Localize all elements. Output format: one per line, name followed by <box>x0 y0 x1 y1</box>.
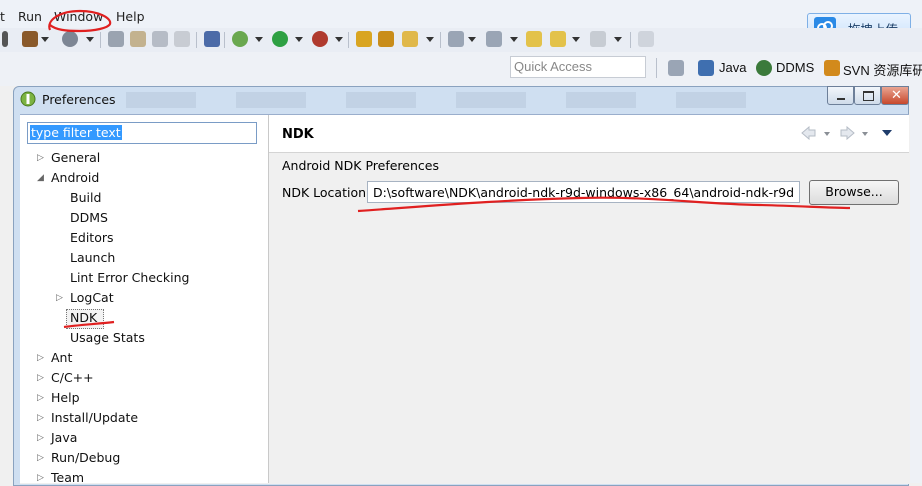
annotation-overlay <box>48 9 851 329</box>
annotation-underline-path <box>357 196 851 213</box>
annotation-underline-ndk <box>63 320 115 329</box>
annotation-circle-window <box>48 9 112 33</box>
